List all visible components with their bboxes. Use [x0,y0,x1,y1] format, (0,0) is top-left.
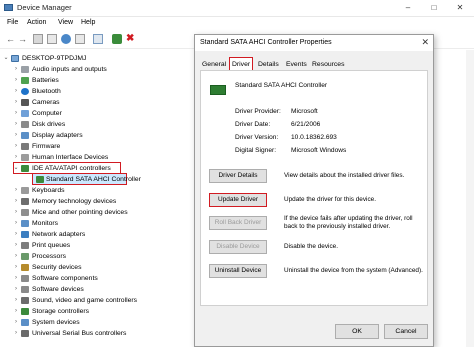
audio-icon [21,66,29,73]
controller-icon [210,85,226,95]
driver-date-label: Driver Date: [235,121,271,128]
driver-details-button[interactable]: Driver Details [209,169,267,183]
device-tree: ⌄ DESKTOP-9TPDJMJ › Audio inputs and outp… [3,53,141,337]
tree-root-label: DESKTOP-9TPDJMJ [22,55,87,62]
mouse-icon [21,209,29,216]
computer-icon [21,110,29,117]
scrollbar[interactable] [466,50,474,347]
digital-signer-label: Digital Signer: [235,147,277,154]
tab-events[interactable]: Events [284,59,309,70]
window-title: Device Manager [17,3,72,12]
disk-icon [21,121,29,128]
update-driver-icon[interactable] [112,34,122,44]
controller-icon [36,176,44,183]
uninstall-icon[interactable]: ✖ [126,34,136,44]
menu-file[interactable]: File [7,19,18,26]
tab-driver[interactable]: Driver [229,57,254,70]
properties-icon[interactable] [75,34,85,44]
tab-general[interactable]: General [200,59,228,70]
computer-icon [11,55,19,62]
driver-version-label: Driver Version: [235,134,279,141]
uninstall-device-button[interactable]: Uninstall Device [209,264,267,278]
collapse-icon[interactable]: ⌄ [3,53,9,64]
disable-device-button[interactable]: Disable Device [209,240,267,254]
storage-icon [21,308,29,315]
driver-version-value: 10.0.18362.693 [291,134,337,141]
monitor-icon [21,220,29,227]
display-icon [21,132,29,139]
driver-panel: Standard SATA AHCI Controller Driver Pro… [200,70,428,306]
show-hide-icon[interactable] [33,34,43,44]
security-icon [21,264,29,271]
software-device-icon [21,286,29,293]
tab-details[interactable]: Details [256,59,281,70]
help-icon[interactable] [61,34,71,44]
hid-icon [21,154,29,161]
ok-button[interactable]: OK [335,324,379,339]
memory-icon [21,198,29,205]
bluetooth-icon [21,88,29,95]
dialog-title-bar: Standard SATA AHCI Controller Properties… [195,35,433,51]
processor-icon [21,253,29,260]
menu-view[interactable]: View [58,19,73,26]
controller-icon [21,165,29,172]
monitor-icon[interactable] [93,34,103,44]
update-driver-button[interactable]: Update Driver [209,193,267,207]
forward-icon[interactable]: → [18,34,28,44]
minimize-button[interactable]: – [395,0,421,15]
digital-signer-value: Microsoft Windows [291,147,347,154]
close-button[interactable]: ✕ [447,0,473,15]
list-icon[interactable] [47,34,57,44]
back-icon[interactable]: ← [6,34,16,44]
usb-icon [21,330,29,337]
driver-details-desc: View details about the installed driver … [284,172,405,179]
firmware-icon [21,143,29,150]
camera-icon [21,99,29,106]
roll-back-desc: If the device fails after updating the d… [284,215,413,230]
keyboard-icon [21,187,29,194]
system-icon [21,319,29,326]
cancel-button[interactable]: Cancel [384,324,428,339]
tab-resources[interactable]: Resources [310,59,347,70]
disable-device-desc: Disable the device. [284,243,338,250]
device-manager-icon [4,4,13,11]
printer-icon [21,242,29,249]
update-driver-desc: Update the driver for this device. [284,196,376,203]
menu-help[interactable]: Help [81,19,95,26]
menu-action[interactable]: Action [27,19,46,26]
battery-icon [21,77,29,84]
dialog-close-icon[interactable]: ✕ [421,37,429,48]
device-name: Standard SATA AHCI Controller [235,82,328,89]
software-component-icon [21,275,29,282]
driver-provider-value: Microsoft [291,108,318,115]
menu-bar: File Action View Help [0,17,474,30]
network-icon [21,231,29,238]
roll-back-driver-button[interactable]: Roll Back Driver [209,216,267,230]
maximize-button[interactable]: □ [421,0,447,15]
title-bar: Device Manager – □ ✕ [0,0,474,17]
tree-item-sata-controller[interactable]: Standard SATA AHCI Controller [32,173,141,185]
dialog-title: Standard SATA AHCI Controller Properties [200,39,332,46]
driver-provider-label: Driver Provider: [235,108,281,115]
properties-dialog: Standard SATA AHCI Controller Properties… [194,34,434,347]
uninstall-device-desc: Uninstall the device from the system (Ad… [284,267,423,274]
sound-icon [21,297,29,304]
driver-date-value: 6/21/2006 [291,121,321,128]
